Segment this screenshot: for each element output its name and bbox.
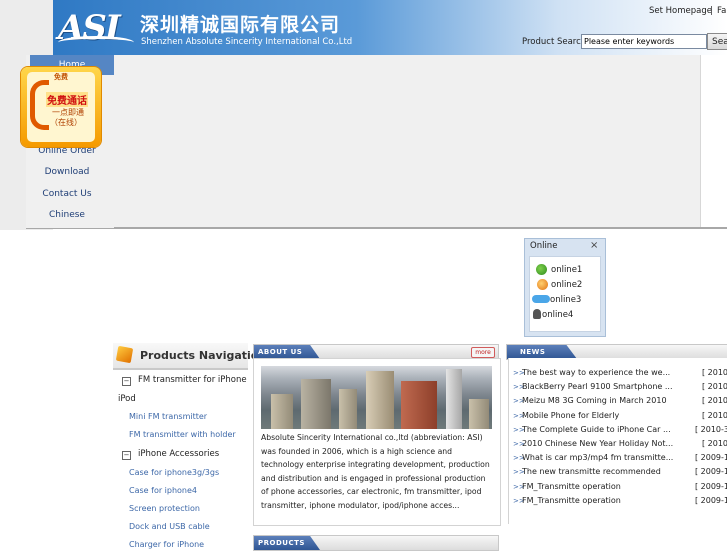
about-tab-label: ABOUT US xyxy=(258,348,303,356)
news-item-title[interactable]: The Complete Guide to iPhone Car ... xyxy=(522,425,671,434)
news-item-title[interactable]: 2010 Chinese New Year Holiday Not... xyxy=(522,439,673,448)
products-nav-category[interactable]: FM transmitter for iPhone xyxy=(138,375,247,385)
search-label: Product Search xyxy=(522,37,587,47)
news-item-date: [ 2009-10 xyxy=(695,481,727,491)
news-item-date: [ 2010- xyxy=(702,410,727,420)
free-call-line2: （在线） xyxy=(50,118,82,127)
content-divider xyxy=(26,227,727,229)
header-separator: | xyxy=(710,6,713,16)
products-nav-subitem[interactable]: Screen protection xyxy=(129,504,200,513)
news-item-title[interactable]: The best way to experience the we... xyxy=(522,368,670,377)
news-item-date: [ 2010- xyxy=(702,396,727,406)
news-item-title[interactable]: FM_Transmitte operation xyxy=(522,482,621,491)
products-nav-subitem[interactable]: Dock and USB cable xyxy=(129,522,210,531)
news-item-title[interactable]: Mobile Phone for Elderly xyxy=(522,411,619,420)
online-item-2[interactable]: online2 xyxy=(551,280,582,290)
qq-icon xyxy=(536,264,547,275)
online-widget-title: Online xyxy=(530,241,558,251)
search-button[interactable]: Sea xyxy=(707,33,727,50)
search-input[interactable] xyxy=(581,34,707,49)
online-item-1[interactable]: online1 xyxy=(551,265,582,275)
company-name-chinese: 深圳精诚国际有限公司 xyxy=(140,14,341,36)
set-homepage-link[interactable]: Set Homepage xyxy=(649,6,712,16)
news-item-date: [ 2009-11 xyxy=(695,453,727,463)
products-nav-subitem[interactable]: Case for iphone3g/3gs xyxy=(129,468,219,477)
nav-online-order[interactable]: Online Order xyxy=(26,146,108,156)
products-nav-title: Products Navigation xyxy=(140,349,267,362)
news-item-date: [ 2010- xyxy=(702,368,727,377)
news-item-title[interactable]: What is car mp3/mp4 fm transmitte... xyxy=(522,453,673,462)
favorites-link[interactable]: Fa xyxy=(717,6,726,16)
about-text: Absolute Sincerity International co.,ltd… xyxy=(261,433,490,510)
products-box-icon xyxy=(115,345,134,364)
news-item-date: [ 2010- xyxy=(702,439,727,448)
news-tab-label: NEWS xyxy=(520,348,546,356)
news-item-date: [ 2010-3 xyxy=(695,424,727,434)
products-tab-label: PRODUCTS xyxy=(258,539,305,547)
products-nav-category[interactable]: iPod xyxy=(118,394,136,404)
news-item-title[interactable]: BlackBerry Pearl 9100 Smartphone ... xyxy=(522,382,673,391)
products-nav-subitem[interactable]: Mini FM transmitter xyxy=(129,412,207,421)
products-nav-subitem[interactable]: Case for iphone4 xyxy=(129,486,197,495)
city-skyline-photo xyxy=(261,366,492,429)
news-item-date: [ 2010- xyxy=(702,382,727,392)
products-nav-subitem[interactable]: FM transmitter with holder xyxy=(129,430,236,439)
products-nav-category[interactable]: iPhone Accessories xyxy=(138,449,219,459)
news-item-date: [ 2009-10 xyxy=(695,467,727,477)
free-call-label[interactable]: 免费通话 xyxy=(46,92,88,107)
qq-icon xyxy=(537,279,548,290)
company-name-english: Shenzhen Absolute Sincerity Internationa… xyxy=(141,37,353,47)
free-call-brand: 免费 xyxy=(54,73,68,81)
online-item-3[interactable]: online3 xyxy=(550,295,581,305)
right-divider xyxy=(700,55,701,228)
collapse-toggle-icon[interactable]: − xyxy=(122,451,131,460)
about-more-button[interactable]: more xyxy=(471,347,495,358)
nav-background xyxy=(26,55,701,228)
news-item-title[interactable]: FM_Transmitte operation xyxy=(522,496,621,505)
nav-download[interactable]: Download xyxy=(26,167,108,177)
logo-swoosh-icon xyxy=(58,36,134,49)
penguin-icon xyxy=(533,309,541,319)
online-item-4[interactable]: online4 xyxy=(542,310,573,320)
news-item-title[interactable]: The new transmitte recommended xyxy=(522,467,661,476)
news-item-date: [ 2009-10 xyxy=(695,495,727,505)
online-widget-close-icon[interactable]: × xyxy=(590,240,598,251)
nav-contact-us[interactable]: Contact Us xyxy=(26,189,108,199)
skype-icon xyxy=(532,295,550,303)
collapse-toggle-icon[interactable]: − xyxy=(122,377,131,386)
news-item-title[interactable]: Meizu M8 3G Coming in March 2010 xyxy=(522,396,667,405)
nav-chinese[interactable]: Chinese xyxy=(26,210,108,220)
